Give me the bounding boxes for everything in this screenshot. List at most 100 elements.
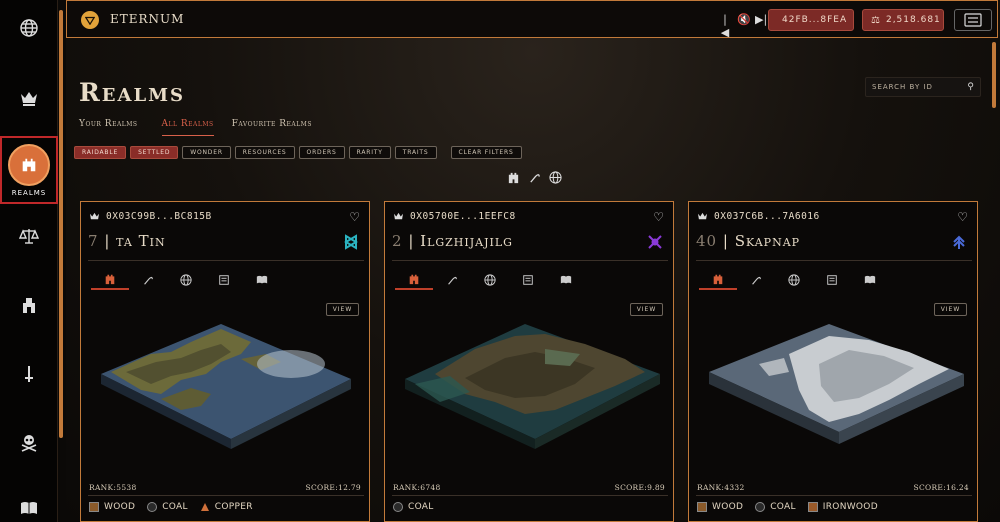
tab-favourite-realms[interactable]: Favourite Realms — [232, 119, 324, 136]
search-input[interactable] — [872, 83, 964, 91]
wallet-address-button[interactable]: 42FB...8FEA — [768, 9, 854, 31]
realms-badge — [8, 143, 50, 186]
realm-id-text: 0X05700E...1EEFC8 — [410, 211, 516, 222]
card-tab-lore[interactable] — [243, 270, 281, 290]
card-tab-map[interactable] — [471, 270, 509, 290]
realm-name-text: ta Tin — [116, 232, 166, 250]
filter-rarity[interactable]: RARITY — [348, 146, 391, 159]
resource-label: WOOD — [712, 502, 744, 512]
resource-label: WOOD — [104, 502, 136, 512]
separator: | — [717, 232, 735, 250]
tab-all-realms[interactable]: All Realms — [161, 119, 214, 136]
realm-id: 0X03C99B...BC815B — [89, 211, 212, 222]
card-tab-scroll[interactable] — [509, 270, 547, 290]
divider — [88, 495, 364, 496]
sword-icon — [25, 366, 33, 382]
next-track-icon[interactable]: ▶| — [755, 13, 767, 39]
card-tabs — [91, 270, 281, 290]
favourite-heart-icon[interactable]: ♡ — [349, 210, 360, 224]
card-tab-harvest[interactable] — [129, 270, 167, 290]
sidebar-item-combat[interactable] — [0, 356, 58, 392]
view-mode-switcher — [506, 170, 562, 184]
search-icon[interactable]: ⚲ — [967, 82, 974, 92]
globe-view-icon[interactable] — [548, 170, 562, 184]
resource-copper: COPPER — [200, 502, 253, 512]
crown-icon — [21, 92, 37, 106]
resource-wood: WOOD — [89, 502, 135, 512]
castle-icon — [22, 158, 36, 171]
card-tab-harvest[interactable] — [433, 270, 471, 290]
clear-filters-button[interactable]: CLEAR FILTERS — [450, 146, 522, 159]
wallet-address: 42FB...8FEA — [782, 15, 848, 25]
favourite-heart-icon[interactable]: ♡ — [653, 210, 664, 224]
card-tab-scroll[interactable] — [813, 270, 851, 290]
realm-number: 2 — [392, 232, 403, 250]
filter-bar: RAIDABLE SETTLED WONDER RESOURCES ORDERS… — [74, 146, 522, 159]
card-tab-lore[interactable] — [547, 270, 585, 290]
card-tab-castle[interactable] — [699, 270, 737, 290]
card-tab-castle[interactable] — [395, 270, 433, 290]
realm-rank: RANK:5538 — [89, 483, 137, 492]
realm-name: 40 | Skapnap — [696, 232, 800, 250]
card-tab-castle[interactable] — [91, 270, 129, 290]
scroll-icon — [219, 275, 229, 285]
wood-swatch-icon — [89, 502, 99, 512]
card-tab-lore[interactable] — [851, 270, 889, 290]
resource-wood: WOOD — [697, 502, 743, 512]
realm-name-text: Skapnap — [734, 232, 801, 250]
card-tab-scroll[interactable] — [205, 270, 243, 290]
page-title: Realms — [79, 78, 186, 107]
crown-icon — [90, 212, 99, 220]
favourite-heart-icon[interactable]: ♡ — [957, 210, 968, 224]
sidebar-item-trade[interactable] — [0, 287, 58, 323]
sidebar-nav: REALMS — [0, 0, 58, 522]
realm-score: SCORE:12.79 — [305, 483, 361, 492]
lords-icon: ⚖ — [871, 14, 881, 26]
mute-icon[interactable]: 🔇 — [737, 13, 751, 39]
realm-card[interactable]: 0X05700E...1EEFC8 ♡ 2 | Ilgzhijajilg VIE… — [384, 201, 674, 522]
settings-icon — [964, 13, 982, 27]
filter-orders[interactable]: ORDERS — [298, 146, 345, 159]
castle-view-icon[interactable] — [506, 170, 520, 184]
tab-your-realms[interactable]: Your Realms — [79, 119, 150, 136]
sidebar-item-world[interactable] — [0, 10, 58, 46]
globe-icon — [788, 274, 800, 286]
filter-settled[interactable]: SETTLED — [130, 146, 179, 159]
settings-button[interactable] — [954, 9, 992, 31]
filter-resources[interactable]: RESOURCES — [234, 146, 295, 159]
realm-number: 7 — [88, 232, 99, 250]
card-tab-harvest[interactable] — [737, 270, 775, 290]
card-tabs — [395, 270, 585, 290]
search-box: ⚲ — [865, 77, 981, 97]
sidebar-scrollbar[interactable] — [59, 10, 63, 438]
filter-raidable[interactable]: RAIDABLE — [74, 146, 127, 159]
sickle-icon — [144, 276, 153, 285]
scales-icon — [19, 229, 39, 244]
realm-name: 2 | Ilgzhijajilg — [392, 232, 513, 250]
sidebar-item-leaderboard[interactable] — [0, 80, 58, 116]
main-scrollbar[interactable] — [992, 42, 996, 108]
sidebar-item-lore[interactable] — [0, 494, 58, 522]
realm-card[interactable]: 0X03C99B...BC815B ♡ 7 | ta Tin VIEW RANK… — [80, 201, 370, 522]
music-controls: |◀ 🔇 ▶| — [719, 13, 767, 39]
card-tab-map[interactable] — [167, 270, 205, 290]
eternum-logo-icon — [81, 11, 99, 29]
copper-swatch-icon — [200, 503, 209, 511]
realm-card[interactable]: 0X037C6B...7A6016 ♡ 40 | Skapnap VIEW RA… — [688, 201, 978, 522]
card-tab-map[interactable] — [775, 270, 813, 290]
sidebar-item-bank[interactable] — [0, 218, 58, 254]
lords-balance-button[interactable]: ⚖ 2,518.681 — [862, 9, 944, 31]
realm-name: 7 | ta Tin — [88, 232, 166, 250]
filter-traits[interactable]: TRAITS — [394, 146, 437, 159]
realm-name-text: Ilgzhijajilg — [420, 232, 513, 250]
filter-wonder[interactable]: WONDER — [182, 146, 231, 159]
book-icon — [21, 502, 37, 514]
sickle-view-icon[interactable] — [527, 170, 541, 184]
previous-track-icon[interactable]: |◀ — [719, 13, 731, 39]
resource-list: COAL — [393, 502, 434, 512]
sidebar-item-raid[interactable] — [0, 424, 58, 460]
realm-rank: RANK:6748 — [393, 483, 441, 492]
castle-icon — [409, 274, 419, 285]
sidebar-item-realms[interactable]: REALMS — [0, 136, 58, 204]
skull-icon — [21, 435, 37, 452]
